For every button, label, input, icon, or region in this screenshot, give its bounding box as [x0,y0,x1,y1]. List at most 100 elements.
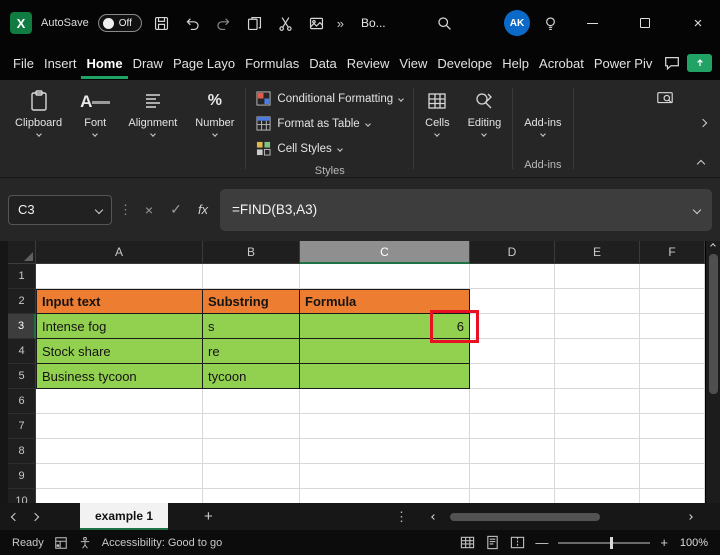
ribbon-group-clipboard[interactable]: Clipboard [6,86,71,177]
tab-review[interactable]: Review [342,48,395,79]
share-button[interactable] [687,54,712,72]
select-all-corner[interactable] [8,241,36,264]
conditional-formatting-button[interactable]: Conditional Formatting [256,86,403,111]
row-header-1[interactable]: 1 [8,264,36,289]
cell-F2[interactable] [640,289,705,314]
cell-styles-button[interactable]: Cell Styles [256,136,403,161]
cell-A3[interactable]: Intense fog [36,314,203,339]
sheet-options-icon[interactable]: ⋮ [395,509,408,525]
comments-icon[interactable] [663,54,681,72]
cell-A10[interactable] [36,489,203,503]
tab-draw[interactable]: Draw [128,48,168,79]
tab-power-pivot[interactable]: Power Piv [589,48,658,79]
cell-B2[interactable]: Substring [203,289,300,314]
cell-D6[interactable] [470,389,555,414]
formula-input[interactable]: =FIND(B3,A3) [220,189,712,231]
cell-F3[interactable] [640,314,705,339]
cell-E1[interactable] [555,264,640,289]
cell-C1[interactable] [300,264,470,289]
cell-E10[interactable] [555,489,640,503]
column-header-C[interactable]: C [300,241,470,264]
hscroll-right-icon[interactable] [687,514,693,520]
cell-C6[interactable] [300,389,470,414]
cell-C3[interactable]: 6 [300,314,470,339]
row-header-6[interactable]: 6 [8,389,36,414]
more-commands-icon[interactable]: » [337,16,344,31]
cell-D1[interactable] [470,264,555,289]
zoom-slider[interactable] [558,542,650,544]
cell-B5[interactable]: tycoon [203,364,300,389]
cell-B10[interactable] [203,489,300,503]
horizontal-scrollbar[interactable] [450,512,670,521]
row-header-3[interactable]: 3 [8,314,36,339]
cell-A8[interactable] [36,439,203,464]
picture-icon[interactable] [306,12,328,34]
cell-D10[interactable] [470,489,555,503]
tab-formulas[interactable]: Formulas [240,48,304,79]
zoom-slider-knob[interactable] [610,537,613,549]
avatar[interactable]: AK [504,10,530,36]
autosave-toggle[interactable]: Off [98,14,142,32]
insert-function-icon[interactable]: fx [193,202,213,217]
cell-F10[interactable] [640,489,705,503]
cell-F9[interactable] [640,464,705,489]
cell-B6[interactable] [203,389,300,414]
cell-B1[interactable] [203,264,300,289]
accessibility-status[interactable]: Accessibility: Good to go [102,537,222,549]
lightbulb-icon[interactable] [539,12,561,34]
column-header-A[interactable]: A [36,241,203,264]
cell-A7[interactable] [36,414,203,439]
cell-A4[interactable]: Stock share [36,339,203,364]
sheet-tab-example-1[interactable]: example 1 [80,503,168,530]
scroll-up-icon[interactable] [710,243,716,249]
cell-F4[interactable] [640,339,705,364]
cell-D2[interactable] [470,289,555,314]
row-header-7[interactable]: 7 [8,414,36,439]
enter-icon[interactable]: ✓ [166,201,186,218]
row-header-2[interactable]: 2 [8,289,36,314]
collapse-ribbon-icon[interactable] [697,160,705,168]
cell-C4[interactable] [300,339,470,364]
add-sheet-button[interactable]: + [204,508,213,525]
cell-A9[interactable] [36,464,203,489]
format-as-table-button[interactable]: Format as Table [256,111,403,136]
cell-D7[interactable] [470,414,555,439]
search-icon[interactable] [434,12,456,34]
cell-E2[interactable] [555,289,640,314]
cell-F6[interactable] [640,389,705,414]
tab-data[interactable]: Data [304,48,341,79]
tab-help[interactable]: Help [497,48,534,79]
normal-view-icon[interactable] [460,535,475,550]
cell-A2[interactable]: Input text [36,289,203,314]
cell-A1[interactable] [36,264,203,289]
row-header-4[interactable]: 4 [8,339,36,364]
column-header-B[interactable]: B [203,241,300,264]
maximize-button[interactable] [623,0,667,46]
close-button[interactable]: × [676,0,720,46]
name-box[interactable]: C3 [8,195,112,225]
cell-D5[interactable] [470,364,555,389]
row-header-8[interactable]: 8 [8,439,36,464]
cell-C2[interactable]: Formula [300,289,470,314]
cell-E4[interactable] [555,339,640,364]
tab-developer[interactable]: Develope [432,48,497,79]
vertical-scroll-thumb[interactable] [709,254,718,394]
cell-D8[interactable] [470,439,555,464]
sheet-nav-right-icon[interactable] [31,512,39,520]
sheet-nav-left-icon[interactable] [11,512,19,520]
cell-E9[interactable] [555,464,640,489]
cell-D4[interactable] [470,339,555,364]
cell-C8[interactable] [300,439,470,464]
tab-page-layout[interactable]: Page Layo [168,48,240,79]
page-layout-view-icon[interactable] [485,535,500,550]
cell-C10[interactable] [300,489,470,503]
cell-D9[interactable] [470,464,555,489]
row-header-9[interactable]: 9 [8,464,36,489]
cell-B4[interactable]: re [203,339,300,364]
minimize-button[interactable] [570,0,614,46]
tab-acrobat[interactable]: Acrobat [534,48,589,79]
cell-C5[interactable] [300,364,470,389]
cell-C7[interactable] [300,414,470,439]
accessibility-icon[interactable] [78,536,92,550]
ribbon-scroll-right-icon[interactable] [699,119,707,127]
